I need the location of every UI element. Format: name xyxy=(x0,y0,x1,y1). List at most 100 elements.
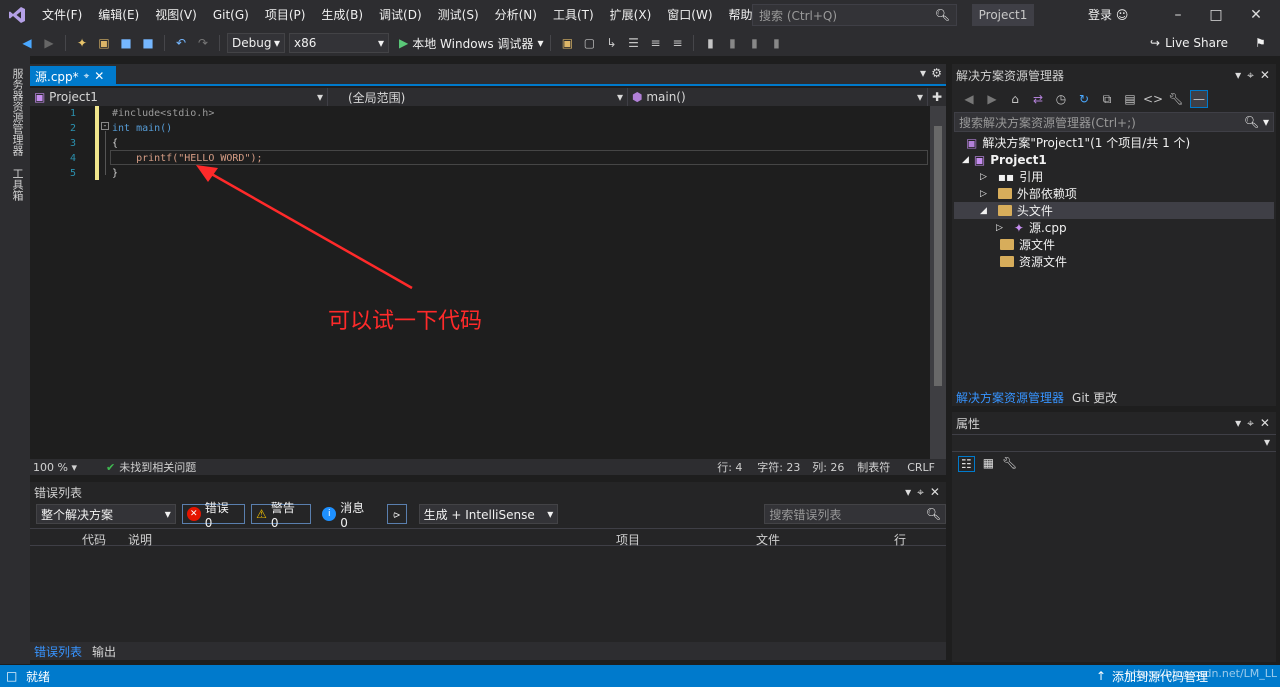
platform-select[interactable]: x86 ▾ xyxy=(289,33,389,53)
error-search-input[interactable]: 搜索错误列表 🔍︎ xyxy=(764,504,946,524)
outdent-icon[interactable]: ≡ xyxy=(668,34,686,52)
tab-list-dropdown-icon[interactable]: ▾ xyxy=(920,66,926,80)
undo-icon[interactable]: ↶ xyxy=(172,34,190,52)
search-input[interactable]: 搜索 (Ctrl+Q) 🔍︎ xyxy=(752,4,957,26)
wrench-icon[interactable]: 🔧︎ xyxy=(1167,90,1185,108)
configuration-select[interactable]: Debug ▾ xyxy=(227,33,285,53)
history-icon[interactable]: ◷ xyxy=(1052,90,1070,108)
browse-icon[interactable]: ▣ xyxy=(558,34,576,52)
visual-studio-logo-icon[interactable] xyxy=(0,0,34,30)
start-debugging-button[interactable]: ▶ 本地 Windows 调试器 ▾ xyxy=(399,35,543,52)
zoom-select[interactable]: 100 % ▾ xyxy=(30,461,100,474)
menu-view[interactable]: 视图(V) xyxy=(147,0,205,30)
back-icon[interactable]: ◀ xyxy=(18,34,36,52)
code-view-icon[interactable]: <> xyxy=(1143,90,1163,108)
login-button[interactable]: 登录 ☺ xyxy=(1088,0,1128,30)
tab-error-list[interactable]: 错误列表 xyxy=(34,643,82,660)
bookmark-icon[interactable]: ▮ xyxy=(701,34,719,52)
bookmark-next-icon[interactable]: ▮ xyxy=(745,34,763,52)
tree-item-solution[interactable]: ▣ 解决方案"Project1"(1 个项目/共 1 个) xyxy=(966,134,1190,151)
menu-file[interactable]: 文件(F) xyxy=(34,0,90,30)
close-icon[interactable]: ✕ xyxy=(94,69,104,83)
preview-icon[interactable]: — xyxy=(1190,90,1208,108)
indent-icon[interactable]: ≡ xyxy=(646,34,664,52)
panel-controls[interactable]: ▾ ⌖ ✕ xyxy=(905,485,940,500)
tree-item-external-deps[interactable]: ▷ 外部依赖项 xyxy=(980,185,1077,202)
tree-item-source-cpp[interactable]: ▷ ✦ 源.cpp xyxy=(996,219,1067,236)
tree-item-source-files[interactable]: 源文件 xyxy=(1000,236,1055,253)
split-editor-icon[interactable]: ✚ xyxy=(928,88,946,106)
new-project-icon[interactable]: ✦ xyxy=(73,34,91,52)
tree-item-resource-files[interactable]: 资源文件 xyxy=(1000,253,1067,270)
server-explorer-tab[interactable]: 服务器资源管理器 xyxy=(9,62,25,162)
menu-analyze[interactable]: 分析(N) xyxy=(487,0,545,30)
sync-icon[interactable]: ↻ xyxy=(1075,90,1093,108)
bookmark-prev-icon[interactable]: ▮ xyxy=(723,34,741,52)
toolbox-tab[interactable]: 工具箱 xyxy=(9,162,25,207)
feedback-icon[interactable]: ⚑ xyxy=(1255,36,1266,50)
close-window-button[interactable]: ✕ xyxy=(1236,0,1276,30)
redo-icon[interactable]: ↷ xyxy=(194,34,212,52)
editor-scrollbar[interactable] xyxy=(930,106,946,459)
bookmark-clear-icon[interactable]: ▮ xyxy=(767,34,785,52)
save-all-icon[interactable]: ■ xyxy=(139,34,157,52)
scope-nav-select[interactable]: (全局范围) ▾ xyxy=(328,88,628,106)
eol-indicator[interactable]: CRLF xyxy=(907,461,935,474)
menu-project[interactable]: 项目(P) xyxy=(257,0,314,30)
function-nav-select[interactable]: ⬢ main() ▾ xyxy=(628,88,928,106)
show-all-files-icon[interactable]: ▤ xyxy=(1121,90,1139,108)
maximize-button[interactable]: □ xyxy=(1196,0,1236,30)
switch-views-icon[interactable]: ⇄ xyxy=(1029,90,1047,108)
tabs-indicator[interactable]: 制表符 xyxy=(857,459,907,475)
properties-object-select[interactable]: ▾ xyxy=(952,434,1276,452)
messages-filter-button[interactable]: i 消息 0 xyxy=(317,501,380,530)
menu-build[interactable]: 生成(B) xyxy=(313,0,371,30)
warnings-filter-button[interactable]: ⚠ 警告 0 xyxy=(251,501,312,530)
tab-source-cpp[interactable]: 源.cpp* ⌖ ✕ xyxy=(30,66,116,86)
column-line[interactable]: 行 xyxy=(894,531,906,548)
scroll-thumb[interactable] xyxy=(934,126,942,386)
forward-icon[interactable]: ▶ xyxy=(983,90,1001,108)
collapse-icon[interactable]: - xyxy=(101,122,109,130)
column-description[interactable]: 说明 xyxy=(128,531,152,548)
alphabetical-icon[interactable]: ▦ xyxy=(983,456,994,472)
tab-git-changes[interactable]: Git 更改 xyxy=(1072,389,1117,406)
project-nav-select[interactable]: ▣ Project1 ▾ xyxy=(30,88,328,106)
tree-item-header-files[interactable]: ◢ 头文件 xyxy=(954,202,1274,219)
menu-window[interactable]: 窗口(W) xyxy=(659,0,720,30)
error-scope-select[interactable]: 整个解决方案 ▾ xyxy=(36,504,176,524)
back-icon[interactable]: ◀ xyxy=(960,90,978,108)
column-project[interactable]: 项目 xyxy=(616,531,640,548)
layout-icon[interactable]: ☰ xyxy=(624,34,642,52)
tree-item-project[interactable]: ◢ ▣ Project1 xyxy=(962,151,1047,168)
screenshot-icon[interactable]: ▢ xyxy=(580,34,598,52)
issues-status[interactable]: 未找到相关问题 xyxy=(119,459,699,475)
column-code[interactable]: 代码 xyxy=(82,531,106,548)
collapse-all-icon[interactable]: ⧉ xyxy=(1098,90,1116,108)
gear-icon[interactable]: ⚙ xyxy=(931,66,942,80)
panel-controls[interactable]: ▾ ⌖ ✕ xyxy=(1235,68,1270,83)
menu-extensions[interactable]: 扩展(X) xyxy=(602,0,660,30)
categorized-icon[interactable]: ☷ xyxy=(958,456,975,472)
build-filter-select[interactable]: 生成 + IntelliSense ▾ xyxy=(418,504,559,524)
tree-item-references[interactable]: ▷ ▪▪ 引用 xyxy=(980,168,1043,185)
errors-filter-button[interactable]: ✕ 错误 0 xyxy=(181,501,246,530)
tab-solution-explorer[interactable]: 解决方案资源管理器 xyxy=(956,389,1064,406)
column-file[interactable]: 文件 xyxy=(756,531,780,548)
home-icon[interactable]: ⌂ xyxy=(1006,90,1024,108)
solution-search-input[interactable]: 搜索解决方案资源管理器(Ctrl+;) 🔍︎ ▾ xyxy=(954,112,1274,132)
minimize-button[interactable]: – xyxy=(1158,0,1198,30)
pin-icon[interactable]: ⌖ xyxy=(84,71,90,82)
menu-edit[interactable]: 编辑(E) xyxy=(90,0,147,30)
open-folder-icon[interactable]: ▣ xyxy=(95,34,113,52)
save-icon[interactable]: ■ xyxy=(117,34,135,52)
forward-icon[interactable]: ▶ xyxy=(40,34,58,52)
panel-controls[interactable]: ▾ ⌖ ✕ xyxy=(1235,416,1270,431)
menu-test[interactable]: 测试(S) xyxy=(430,0,487,30)
step-icon[interactable]: ↳ xyxy=(602,34,620,52)
filter-icon[interactable]: ⪧ xyxy=(386,504,407,524)
tab-output[interactable]: 输出 xyxy=(92,643,116,660)
menu-git[interactable]: Git(G) xyxy=(205,0,257,30)
menu-tools[interactable]: 工具(T) xyxy=(545,0,602,30)
live-share-button[interactable]: ↪ Live Share ⚑ xyxy=(1150,30,1266,56)
